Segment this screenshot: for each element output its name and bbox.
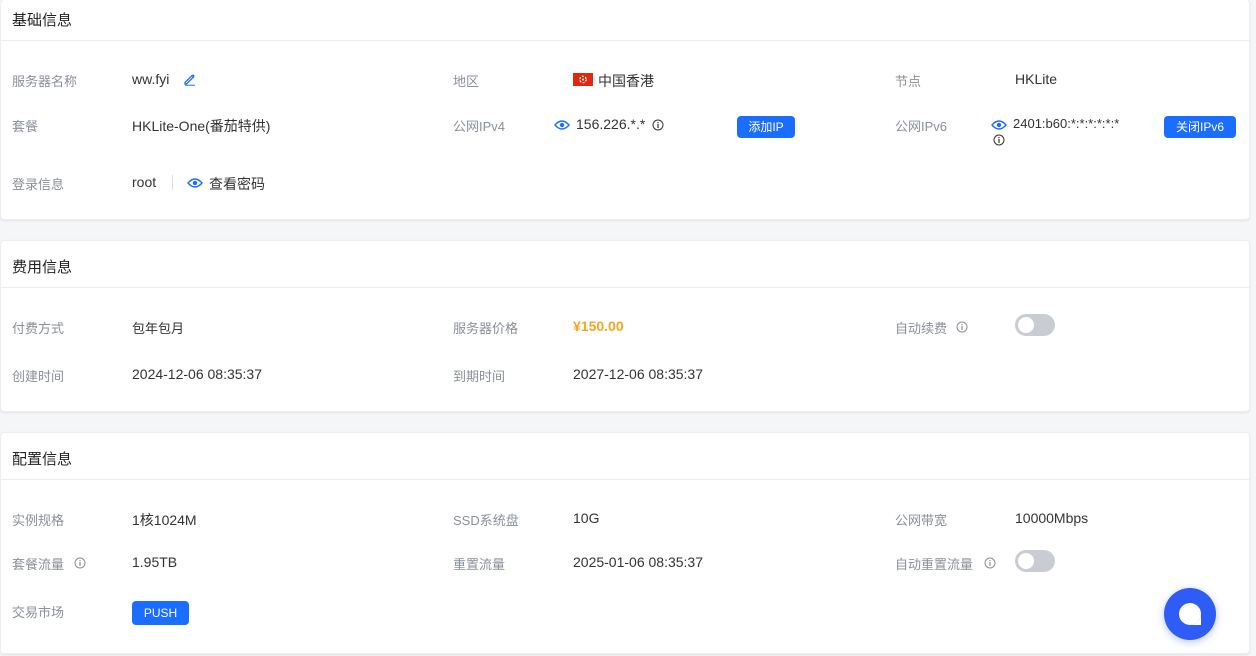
traffic-value: 1.95TB <box>132 554 178 570</box>
bandwidth-value: 10000Mbps <box>1015 510 1089 526</box>
login-user-value: root <box>132 174 157 190</box>
toggle-knob <box>1018 553 1034 569</box>
region-label: 地区 <box>453 74 480 89</box>
ipv6-label: 公网IPv6 <box>895 119 948 134</box>
auto-renew-toggle[interactable] <box>1015 314 1055 336</box>
info-icon[interactable] <box>74 556 86 569</box>
info-icon[interactable] <box>993 133 1005 146</box>
info-icon[interactable] <box>652 118 664 131</box>
basic-info-card: 基础信息 服务器名称 ww.fyi 地区 中国香港 节点 HKLite 套餐 H… <box>0 0 1250 220</box>
basic-info-title: 基础信息 <box>12 12 73 29</box>
close-ipv6-button[interactable]: 关闭IPv6 <box>1164 116 1236 138</box>
billing-info-header: 费用信息 <box>1 241 1249 288</box>
hk-flag-icon <box>573 73 593 86</box>
pay-method-label: 付费方式 <box>12 321 65 336</box>
chat-bubble-icon <box>1177 601 1203 627</box>
created-value: 2024-12-06 08:35:37 <box>132 366 262 382</box>
expire-label: 到期时间 <box>453 369 506 384</box>
plan-value: HKLite-One(番茄特供) <box>132 118 271 134</box>
toggle-knob <box>1018 317 1034 333</box>
view-password-link[interactable]: 查看密码 <box>209 174 265 194</box>
price-label: 服务器价格 <box>453 321 519 336</box>
spec-value: 1核1024M <box>132 512 197 528</box>
ipv4-value: 156.226.*.* <box>576 116 646 132</box>
pay-method-value: 包年包月 <box>132 321 185 336</box>
ipv4-label: 公网IPv4 <box>453 119 506 134</box>
market-label: 交易市场 <box>12 605 65 620</box>
region-value: 中国香港 <box>598 73 654 89</box>
push-button[interactable]: PUSH <box>132 601 189 625</box>
node-label: 节点 <box>895 74 922 89</box>
auto-reset-label: 自动重置流量 <box>895 557 974 572</box>
ipv6-value: 2401:b60:*:*:*:*:*:* <box>1013 116 1120 131</box>
basic-info-header: 基础信息 <box>1 0 1249 41</box>
node-value: HKLite <box>1015 71 1058 87</box>
reset-value: 2025-01-06 08:35:37 <box>573 554 703 570</box>
info-icon[interactable] <box>984 556 996 569</box>
reset-label: 重置流量 <box>453 557 506 572</box>
server-name-label: 服务器名称 <box>12 74 78 89</box>
divider <box>172 175 173 189</box>
eye-icon[interactable] <box>554 118 570 130</box>
server-name-value: ww.fyi <box>132 71 170 87</box>
config-info-title: 配置信息 <box>12 451 73 468</box>
config-info-card: 配置信息 实例规格 1核1024M SSD系统盘 10G 公网带宽 10000M… <box>0 432 1250 654</box>
eye-icon[interactable] <box>991 118 1007 130</box>
bandwidth-label: 公网带宽 <box>895 513 948 528</box>
disk-value: 10G <box>573 510 600 526</box>
traffic-label: 套餐流量 <box>12 557 65 572</box>
billing-info-card: 费用信息 付费方式 包年包月 服务器价格 ¥150.00 自动续费 创建时间 2… <box>0 240 1250 412</box>
info-icon[interactable] <box>956 320 968 333</box>
add-ip-button[interactable]: 添加IP <box>737 116 795 138</box>
expire-value: 2027-12-06 08:35:37 <box>573 366 703 382</box>
auto-renew-label: 自动续费 <box>895 321 948 336</box>
price-value: ¥150.00 <box>573 318 624 334</box>
billing-info-title: 费用信息 <box>12 259 73 276</box>
eye-icon[interactable] <box>187 176 203 188</box>
auto-reset-toggle[interactable] <box>1015 550 1055 572</box>
spec-label: 实例规格 <box>12 513 65 528</box>
plan-label: 套餐 <box>12 119 39 134</box>
edit-icon[interactable] <box>183 72 197 86</box>
disk-label: SSD系统盘 <box>453 513 519 528</box>
chat-button[interactable] <box>1164 588 1216 640</box>
config-info-header: 配置信息 <box>1 433 1249 480</box>
created-label: 创建时间 <box>12 369 65 384</box>
login-info-label: 登录信息 <box>12 177 65 192</box>
